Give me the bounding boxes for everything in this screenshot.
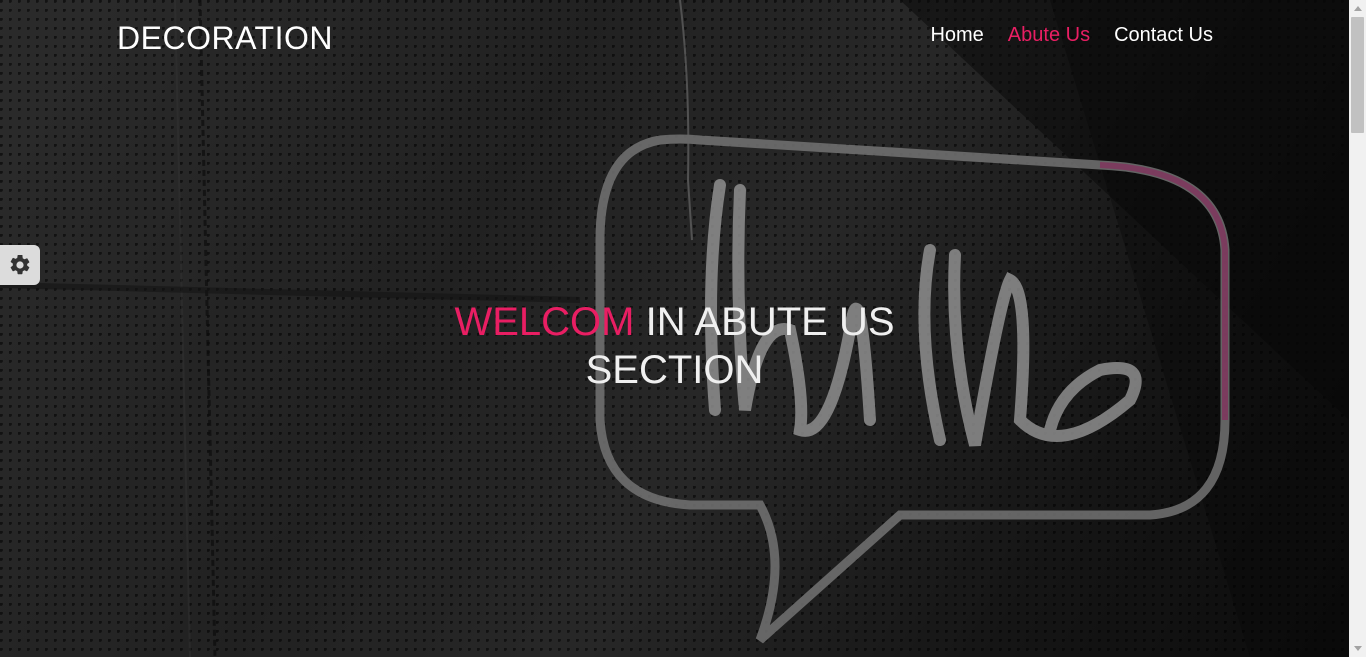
scroll-down-arrow-icon[interactable]: [1349, 640, 1366, 657]
scrollbar-thumb[interactable]: [1351, 17, 1364, 133]
nav-link-about-us[interactable]: Abute Us: [1008, 24, 1090, 47]
settings-toggle-button[interactable]: [0, 245, 40, 285]
page: DECORATION Home Abute Us Contact Us WELC…: [0, 0, 1366, 657]
scroll-up-arrow-icon[interactable]: [1349, 0, 1366, 17]
site-logo[interactable]: DECORATION: [117, 20, 333, 57]
nav-link-home[interactable]: Home: [930, 24, 983, 47]
vertical-scrollbar[interactable]: [1349, 0, 1366, 657]
nav-link-contact-us[interactable]: Contact Us: [1114, 24, 1213, 47]
site-header: DECORATION Home Abute Us Contact Us: [0, 0, 1349, 75]
gear-icon: [10, 254, 30, 275]
main-nav: Home Abute Us Contact Us: [930, 24, 1213, 47]
hero-title-text: WELCOM IN ABUTE US SECTION: [445, 298, 905, 394]
hero-title: WELCOM IN ABUTE US SECTION: [0, 298, 1349, 394]
hero-title-accent: WELCOM: [454, 300, 635, 344]
